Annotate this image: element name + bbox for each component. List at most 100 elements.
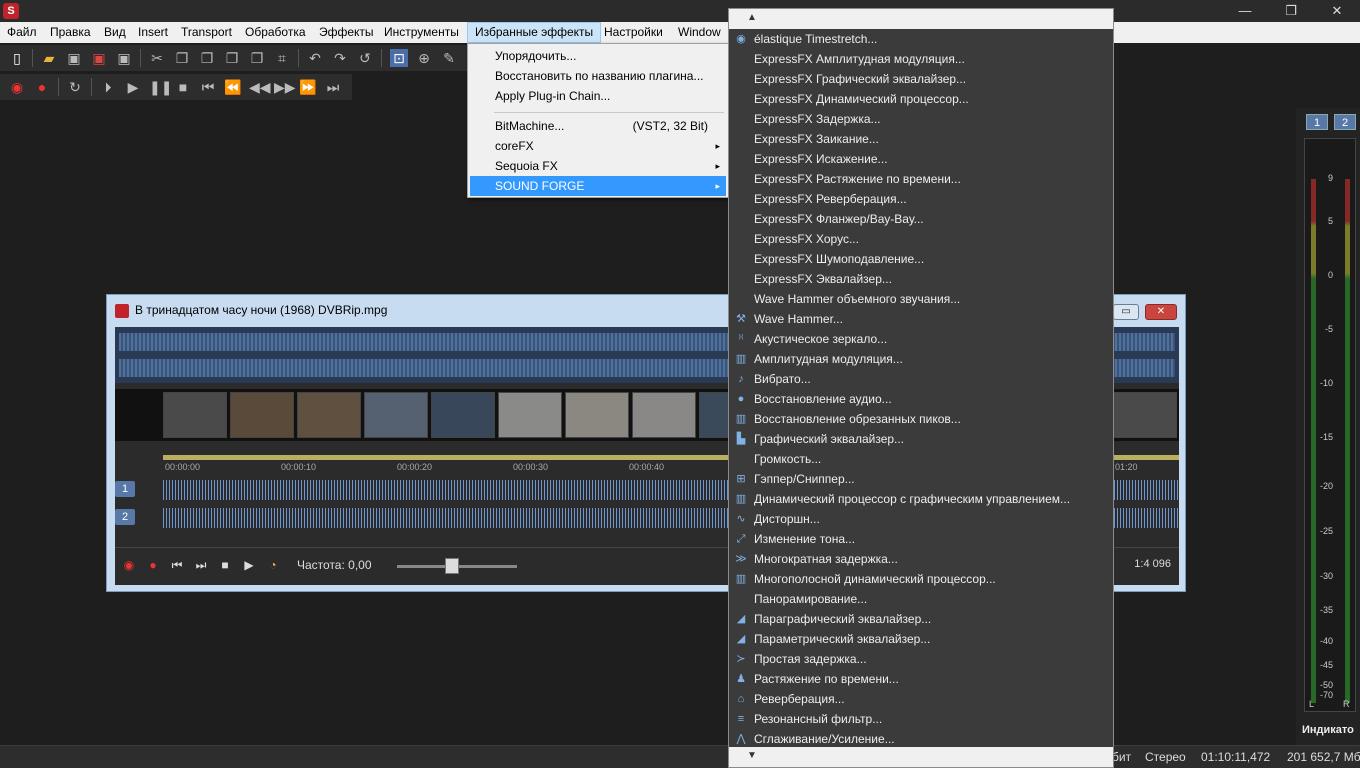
undo-icon[interactable]: ↶ [306,49,324,67]
effect-menu-item[interactable]: Wave Hammer объемного звучания... [729,289,1113,309]
menu-item-sequoia-fx[interactable]: Sequoia FX ▸ [470,156,726,176]
menu-item-arrange[interactable]: Упорядочить... [470,46,726,66]
effect-menu-item[interactable]: ExpressFX Шумоподавление... [729,249,1113,269]
play-all-icon[interactable]: ⏵ [99,78,117,96]
effect-menu-item[interactable]: ExpressFX Задержка... [729,109,1113,129]
loop-icon[interactable]: ↻ [66,78,84,96]
menu-item-bitmachine[interactable]: BitMachine... (VST2, 32 Bit) [470,116,726,136]
menu-insert[interactable]: Insert [131,22,175,43]
go-start-icon[interactable]: ⏮ [199,78,217,96]
menu-item-apply-chain[interactable]: Apply Plug-in Chain... [470,86,726,106]
effect-menu-item[interactable]: ≫ Многократная задержка... [729,549,1113,569]
effect-menu-item[interactable]: Громкость... [729,449,1113,469]
close-button[interactable]: ✕ [1314,0,1360,22]
frequency-slider-knob[interactable] [445,558,459,574]
menu-scroll-up-button[interactable]: ▲ [729,9,1113,29]
open-folder-icon[interactable]: ▰ [40,49,58,67]
effect-menu-item[interactable]: ▥ Восстановление обрезанных пиков... [729,409,1113,429]
effect-menu-item[interactable]: ▙ Графический эквалайзер... [729,429,1113,449]
menu-item-sound-forge[interactable]: SOUND FORGE ▸ [470,176,726,196]
effect-menu-item[interactable]: ◢ Параграфический эквалайзер... [729,609,1113,629]
record-arm-icon[interactable]: ◉ [121,557,137,573]
pencil-tool-icon[interactable]: ✎ [440,49,458,67]
effect-menu-item[interactable]: ▥ Многополосной динамический процессор... [729,569,1113,589]
effect-menu-item[interactable]: ⋀ Сглаживание/Усиление... [729,729,1113,749]
effect-menu-item[interactable]: ⁾⁽ Акустическое зеркало... [729,329,1113,349]
edit-tool-icon[interactable]: ⊡ [390,49,408,67]
doc-restore-button[interactable]: ▭ [1113,304,1139,320]
minimize-button[interactable]: — [1222,0,1268,22]
menu-file[interactable]: Файл [0,22,44,43]
effect-menu-item[interactable]: ∿ Дисторшн... [729,509,1113,529]
fast-forward-icon[interactable]: ▶▶ [274,78,296,96]
menu-settings[interactable]: Настройки [597,22,670,43]
effect-menu-item[interactable]: ♪ Вибрато... [729,369,1113,389]
record-icon[interactable]: ● [145,557,161,573]
effect-menu-item[interactable]: ▥ Динамический процессор с графическим уп… [729,489,1113,509]
effect-menu-item[interactable]: ExpressFX Хорус... [729,229,1113,249]
effect-menu-item[interactable]: ExpressFX Графический эквалайзер... [729,69,1113,89]
menu-item-corefx[interactable]: coreFX ▸ [470,136,726,156]
effect-menu-item[interactable]: ExpressFX Фланжер/Вау-Вау... [729,209,1113,229]
menu-tools[interactable]: Инструменты [377,22,466,43]
maximize-button[interactable]: ❐ [1268,0,1314,22]
scrub-icon[interactable]: ◔ [265,557,281,573]
effect-menu-item[interactable]: ◉ élastique Timestretch... [729,29,1113,49]
effect-menu-item[interactable]: ExpressFX Заикание... [729,129,1113,149]
go-end-icon[interactable]: ⏭ [193,557,209,573]
effect-menu-item[interactable]: ⤢ Изменение тона... [729,529,1113,549]
menu-effects[interactable]: Эффекты [312,22,381,43]
go-start-icon[interactable]: ⏮ [169,557,185,573]
menu-favorite-effects[interactable]: Избранные эффекты [467,22,602,43]
meter-tab-1[interactable]: 1 [1306,114,1328,130]
repeat-icon[interactable]: ↺ [356,49,374,67]
stop-icon[interactable]: ■ [174,78,192,96]
crop-icon[interactable]: ⌗ [273,49,291,67]
doc-close-button[interactable]: ✕ [1145,304,1177,320]
save-as-icon[interactable]: ▣ [90,49,108,67]
menu-transport[interactable]: Transport [174,22,239,43]
mix-paste-icon[interactable]: ❐ [223,49,241,67]
go-end-icon[interactable]: ⏭ [324,78,342,96]
effect-menu-item[interactable]: ExpressFX Амплитудная модуляция... [729,49,1113,69]
effect-menu-item[interactable]: ◢ Параметрический эквалайзер... [729,629,1113,649]
effect-menu-item[interactable]: ▥ Амплитудная модуляция... [729,349,1113,369]
menu-scroll-down-button[interactable]: ▼ [729,747,1113,767]
copy-icon[interactable]: ❐ [173,49,191,67]
effect-menu-item[interactable]: ExpressFX Динамический процессор... [729,89,1113,109]
effect-menu-item[interactable]: ⚒ Wave Hammer... [729,309,1113,329]
meter-tab-2[interactable]: 2 [1334,114,1356,130]
menu-edit[interactable]: Правка [43,22,98,43]
magnify-tool-icon[interactable]: ⊕ [415,49,433,67]
effect-menu-item[interactable]: ⌂ Реверберация... [729,689,1113,709]
effect-menu-item[interactable]: ExpressFX Растяжение по времени... [729,169,1113,189]
effect-menu-item[interactable]: ● Восстановление аудио... [729,389,1113,409]
effect-menu-item[interactable]: ≡ Резонансный фильтр... [729,709,1113,729]
play-icon[interactable]: ▶ [124,78,142,96]
next-marker-icon[interactable]: ⏩ [299,78,317,96]
effect-menu-item[interactable]: ExpressFX Эквалайзер... [729,269,1113,289]
effect-menu-item[interactable]: ≻ Простая задержка... [729,649,1113,669]
play-icon[interactable]: ▶ [241,557,257,573]
prev-marker-icon[interactable]: ⏪ [224,78,242,96]
paste-special-icon[interactable]: ❐ [248,49,266,67]
record-icon[interactable]: ● [33,78,51,96]
save-icon[interactable]: ▣ [65,49,83,67]
new-file-icon[interactable]: ▯ [8,49,26,67]
menu-item-restore-by-plugin[interactable]: Восстановить по названию плагина... [470,66,726,86]
menu-processing[interactable]: Обработка [238,22,313,43]
menu-view[interactable]: Вид [97,22,133,43]
effect-menu-item[interactable]: Панорамирование... [729,589,1113,609]
menu-window[interactable]: Window [671,22,728,43]
pause-icon[interactable]: ❚❚ [149,78,172,96]
effect-menu-item[interactable]: ExpressFX Искажение... [729,149,1113,169]
stop-icon[interactable]: ■ [217,557,233,573]
effect-menu-item[interactable]: ♟ Растяжение по времени... [729,669,1113,689]
record-arm-icon[interactable]: ◉ [8,78,26,96]
paste-icon[interactable]: ❐ [198,49,216,67]
save-all-icon[interactable]: ▣ [115,49,133,67]
redo-icon[interactable]: ↷ [331,49,349,67]
cut-icon[interactable]: ✂ [148,49,166,67]
effect-menu-item[interactable]: ExpressFX Реверберация... [729,189,1113,209]
rewind-icon[interactable]: ◀◀ [249,78,271,96]
